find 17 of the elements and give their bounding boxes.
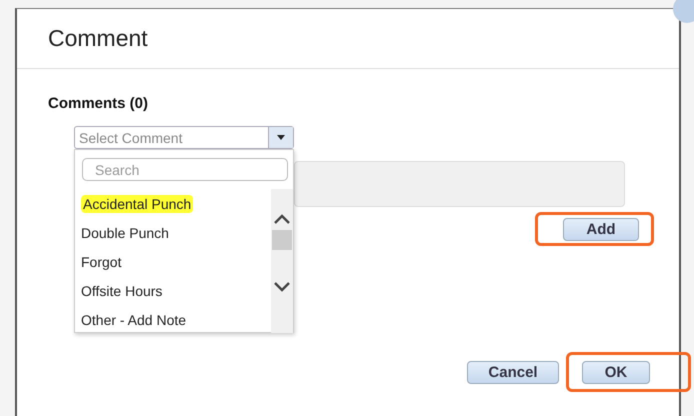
section-label: Comments (0) <box>48 95 150 112</box>
dropdown-option[interactable]: Forgot <box>81 247 271 276</box>
scroll-down-icon[interactable] <box>274 282 290 292</box>
scrollbar[interactable] <box>271 189 293 333</box>
search-field[interactable]: Search <box>82 158 288 181</box>
dialog-button[interactable]: OK <box>582 360 650 384</box>
dropdown-option[interactable]: Accidental Punch <box>81 189 271 218</box>
dropdown-option[interactable]: Double Punch <box>81 218 271 247</box>
dialog-button[interactable]: Cancel <box>467 360 559 384</box>
dropdown-option[interactable]: Other - Add Note <box>81 305 271 334</box>
caret-icon <box>277 135 285 140</box>
dialog-title: Comment <box>48 25 148 52</box>
scroll-up-icon[interactable] <box>274 214 290 224</box>
comment-select[interactable]: Select Comment <box>74 126 294 149</box>
scroll-thumb[interactable] <box>272 230 292 250</box>
dropdown-option[interactable]: Offsite Hours <box>81 276 271 305</box>
add-button[interactable]: Add <box>563 218 639 240</box>
